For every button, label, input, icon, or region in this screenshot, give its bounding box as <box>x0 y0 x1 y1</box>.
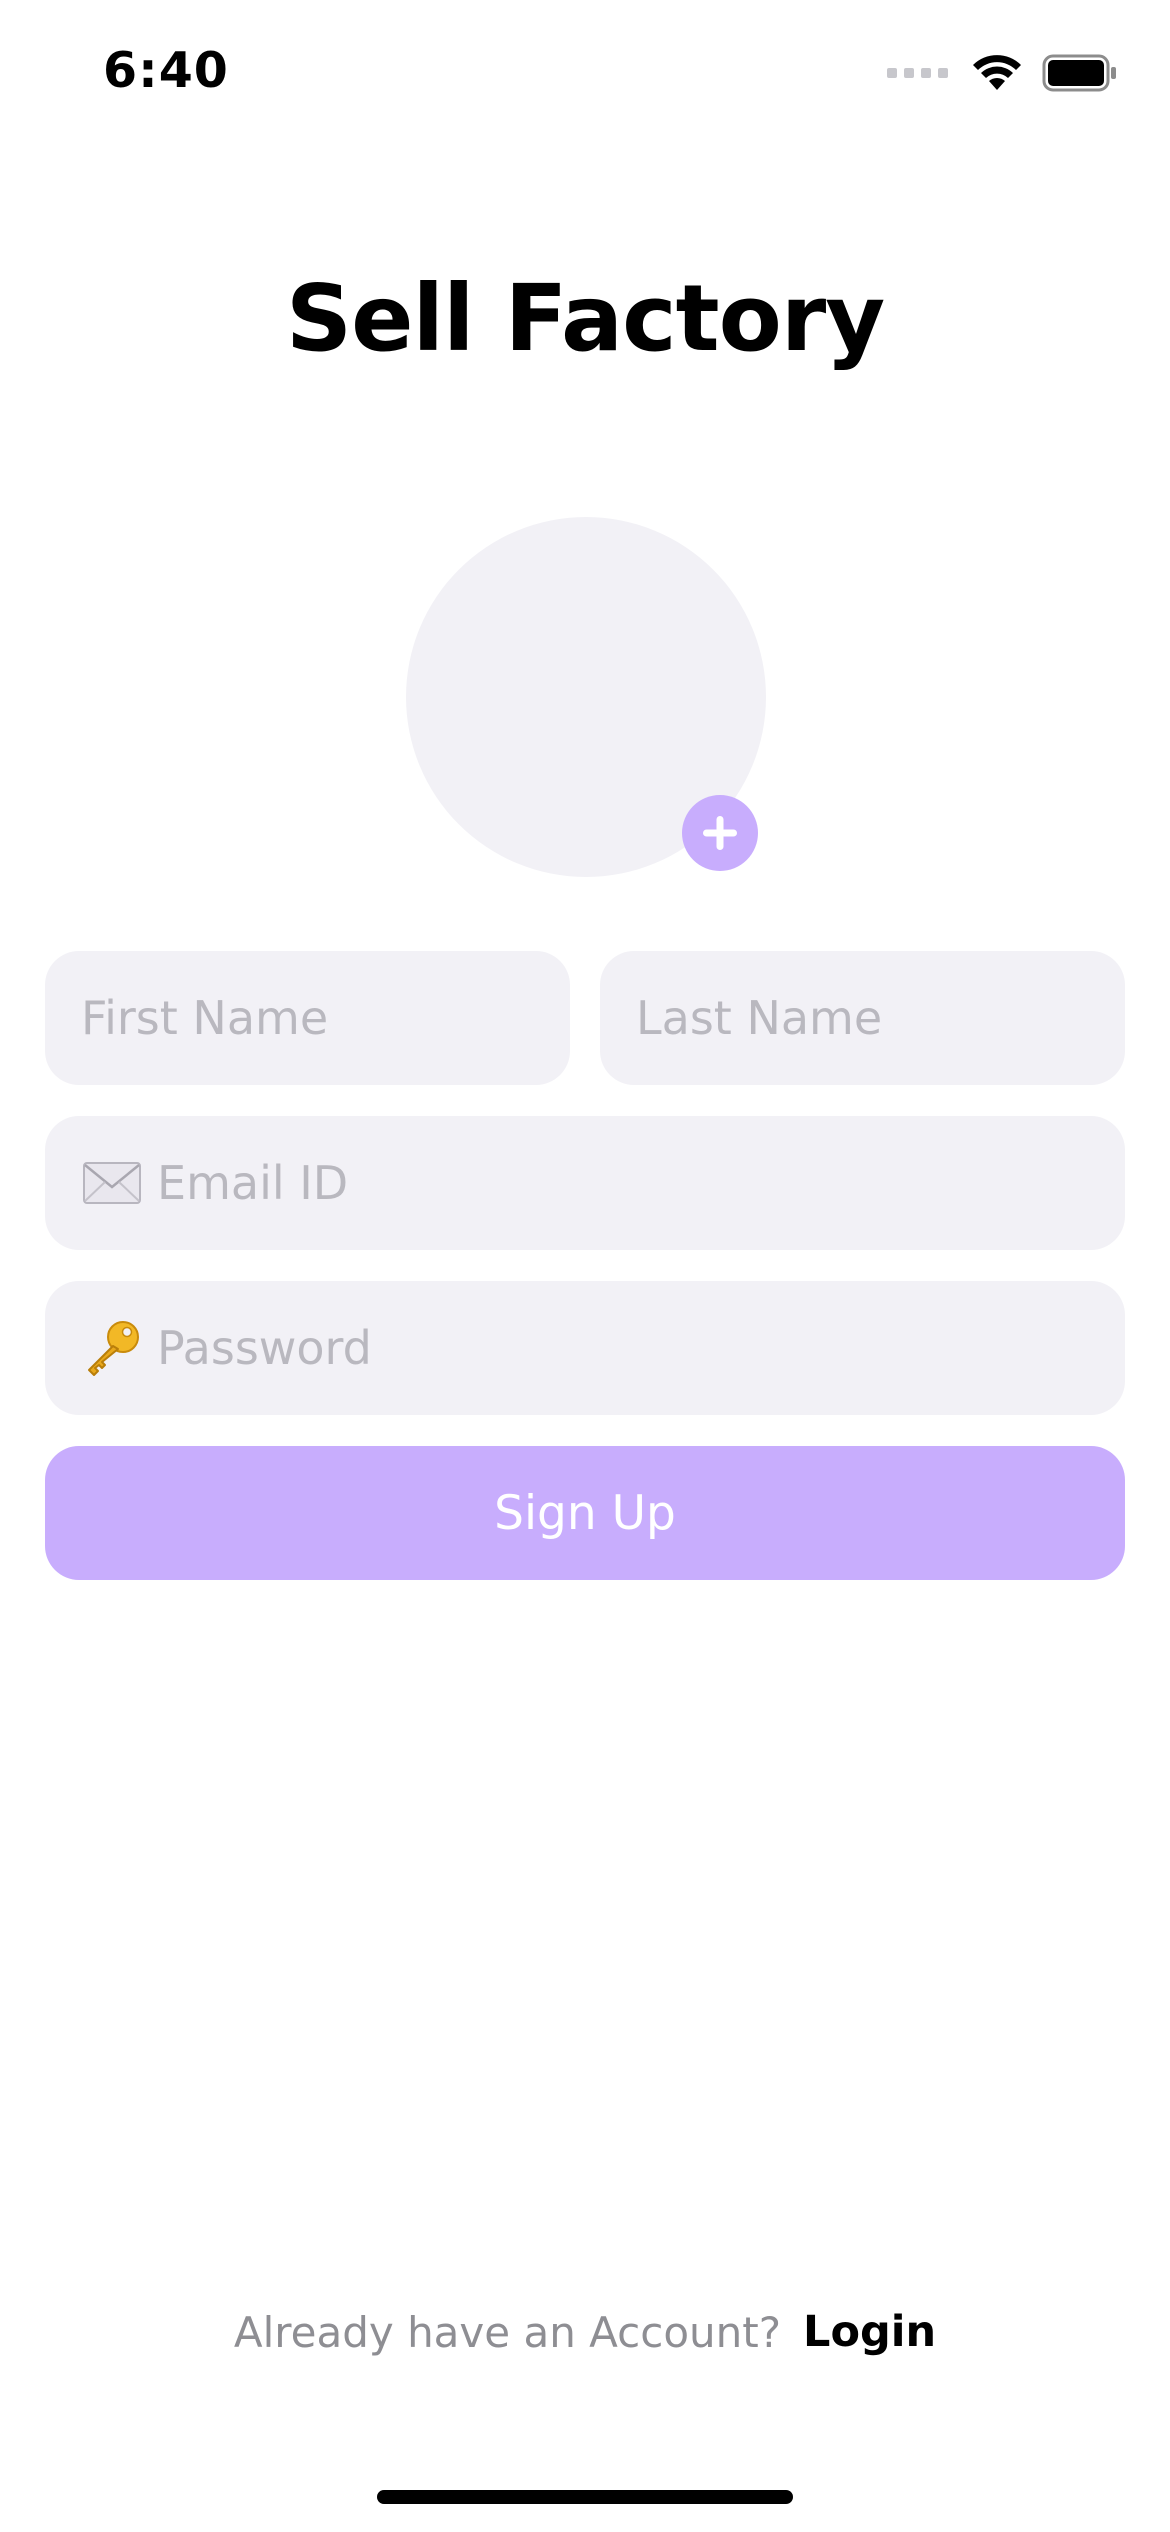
login-prompt-text: Already have an Account? <box>233 2307 782 2357</box>
add-photo-button[interactable] <box>682 795 758 871</box>
status-time: 6:40 <box>103 42 229 99</box>
first-name-field[interactable] <box>45 951 570 1085</box>
login-prompt-row: Already have an Account? Login <box>0 2307 1170 2357</box>
password-input[interactable] <box>157 1281 1125 1415</box>
home-indicator[interactable] <box>377 2490 793 2504</box>
envelope-icon <box>81 1152 143 1214</box>
status-icons <box>887 50 1118 96</box>
plus-icon <box>703 816 737 850</box>
password-field[interactable] <box>45 1281 1125 1415</box>
email-input[interactable] <box>157 1116 1125 1250</box>
last-name-input[interactable] <box>636 951 1125 1085</box>
wifi-icon <box>973 55 1021 90</box>
first-name-input[interactable] <box>81 951 570 1085</box>
last-name-field[interactable] <box>600 951 1125 1085</box>
battery-icon <box>1042 54 1116 92</box>
sign-up-button[interactable]: Sign Up <box>45 1446 1125 1580</box>
page-title: Sell Factory <box>285 265 885 372</box>
cellular-signal-icon <box>887 68 948 78</box>
email-field[interactable] <box>45 1116 1125 1250</box>
login-link[interactable]: Login <box>803 2307 936 2357</box>
key-icon <box>81 1317 143 1379</box>
